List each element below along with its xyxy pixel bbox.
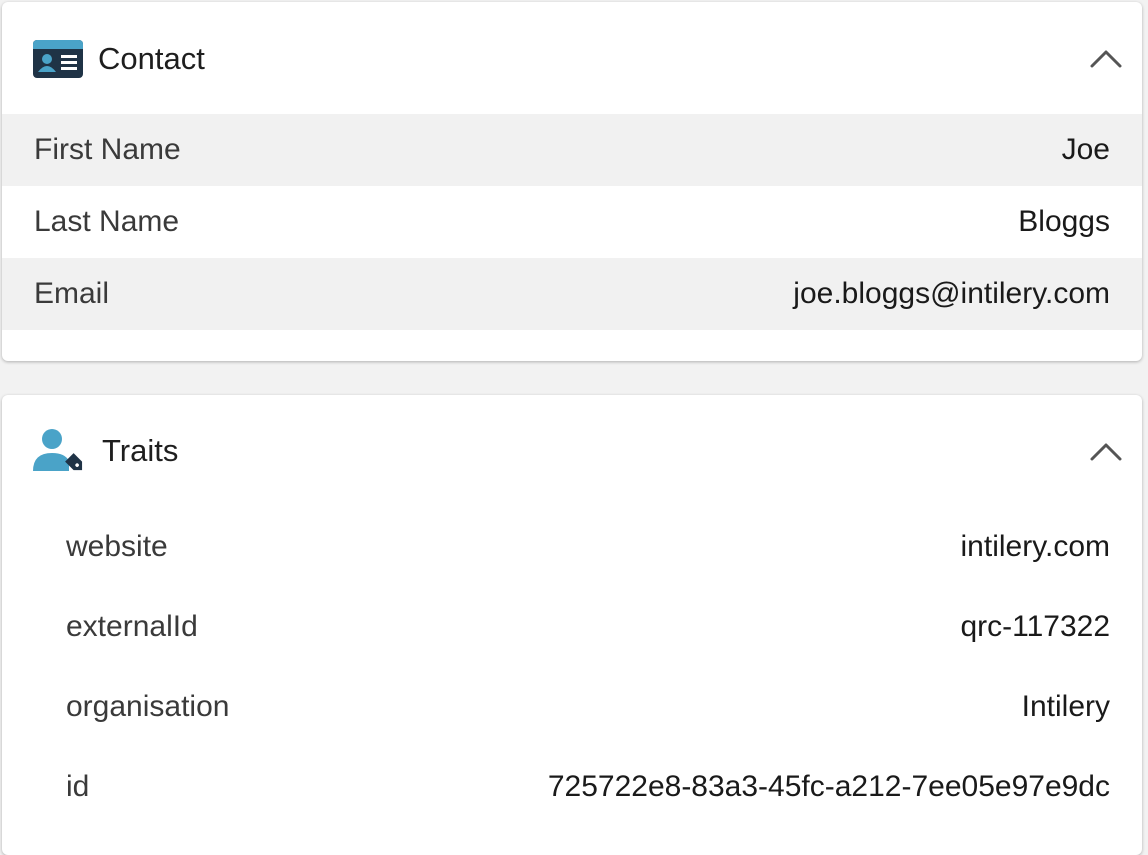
trait-value: intilery.com: [960, 530, 1110, 563]
field-value: joe.bloggs@intilery.com: [793, 277, 1110, 310]
contact-panel: Contact First Name Joe Last Name Bloggs …: [2, 2, 1142, 361]
contact-panel-title: Contact: [98, 41, 205, 76]
trait-row-organisation: organisation Intilery: [2, 667, 1142, 747]
contact-row-email: Email joe.bloggs@intilery.com: [2, 258, 1142, 330]
field-value: Bloggs: [1018, 205, 1110, 238]
trait-row-external-id: externalId qrc-117322: [2, 587, 1142, 667]
trait-label: organisation: [66, 690, 230, 723]
trait-value: qrc-117322: [960, 610, 1110, 643]
contact-row-first-name: First Name Joe: [2, 114, 1142, 186]
field-value: Joe: [1061, 133, 1110, 166]
traits-panel: Traits website intilery.com externalId q…: [2, 395, 1142, 855]
chevron-up-icon[interactable]: [1084, 38, 1128, 78]
field-label: First Name: [34, 133, 181, 166]
chevron-up-icon[interactable]: [1084, 431, 1128, 471]
contact-row-last-name: Last Name Bloggs: [2, 186, 1142, 258]
traits-list: website intilery.com externalId qrc-1173…: [2, 507, 1142, 827]
trait-value: Intilery: [1021, 690, 1110, 723]
trait-label: externalId: [66, 610, 198, 643]
contact-panel-header[interactable]: Contact: [2, 2, 1142, 114]
traits-panel-header[interactable]: Traits: [2, 395, 1142, 507]
field-label: Last Name: [34, 205, 180, 238]
user-tag-icon: [33, 427, 89, 475]
trait-value: 725722e8-83a3-45fc-a212-7ee05e97e9dc: [547, 770, 1110, 803]
trait-row-website: website intilery.com: [2, 507, 1142, 587]
traits-panel-title: Traits: [102, 433, 179, 468]
field-label: Email: [34, 277, 110, 310]
trait-label: website: [66, 530, 168, 563]
contact-card-icon: [33, 40, 83, 78]
trait-label: id: [66, 770, 90, 803]
trait-row-id: id 725722e8-83a3-45fc-a212-7ee05e97e9dc: [2, 747, 1142, 827]
